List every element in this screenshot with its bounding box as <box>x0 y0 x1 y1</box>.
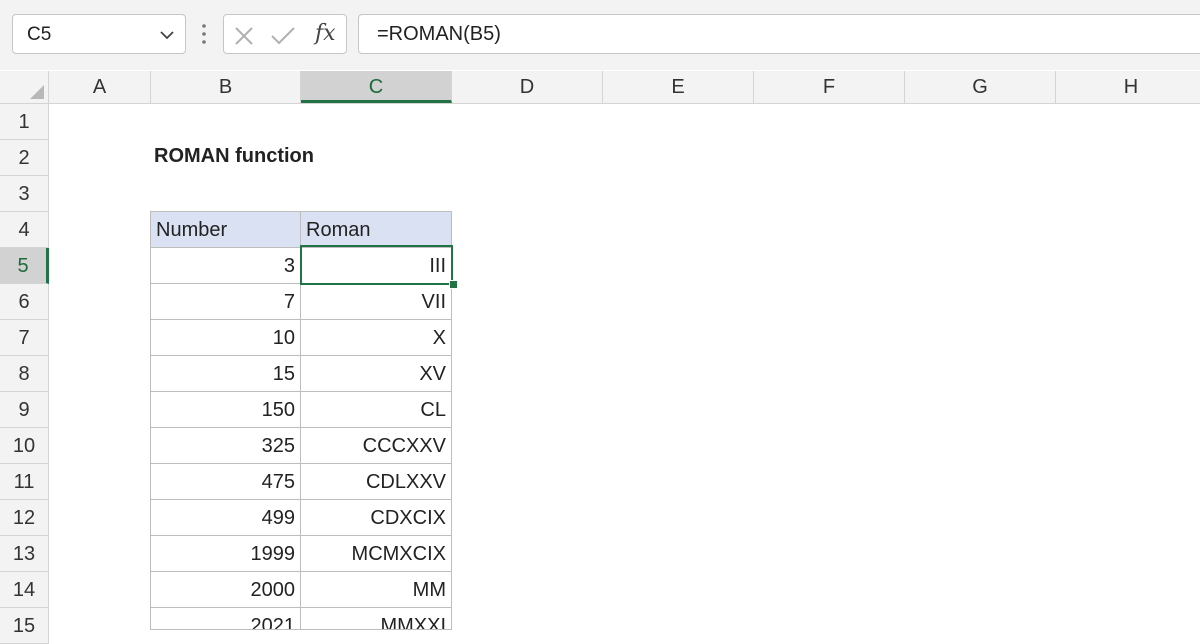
row-header-13[interactable]: 13 <box>0 536 49 572</box>
row-header-4[interactable]: 4 <box>0 212 49 248</box>
select-all-triangle-icon <box>30 85 44 99</box>
column-header-h[interactable]: H <box>1056 71 1200 103</box>
roman-cell[interactable]: VII <box>301 284 452 320</box>
roman-cell[interactable]: CDXCIX <box>301 500 452 536</box>
row-header-8[interactable]: 8 <box>0 356 49 392</box>
row-header-7[interactable]: 7 <box>0 320 49 356</box>
more-dots-icon[interactable] <box>200 20 208 53</box>
formula-text: =ROMAN(B5) <box>377 23 501 45</box>
table-header-roman[interactable]: Roman <box>301 211 452 248</box>
number-cell[interactable]: 499 <box>150 500 301 536</box>
row-header-3[interactable]: 3 <box>0 176 49 212</box>
number-cell[interactable]: 325 <box>150 428 301 464</box>
column-header-row: A B C D E F G H <box>0 71 1200 104</box>
row-header-12[interactable]: 12 <box>0 500 49 536</box>
roman-cell[interactable]: MMXXI <box>301 608 452 630</box>
formula-buttons: fx <box>223 14 347 54</box>
enter-check-icon[interactable] <box>270 25 296 52</box>
roman-cell[interactable]: MM <box>301 572 452 608</box>
sheet-title[interactable]: ROMAN function <box>154 145 314 168</box>
number-cell[interactable]: 1999 <box>150 536 301 572</box>
roman-cell[interactable]: X <box>301 320 452 356</box>
number-cell[interactable]: 7 <box>150 284 301 320</box>
number-cell[interactable]: 475 <box>150 464 301 500</box>
column-header-g[interactable]: G <box>905 71 1056 103</box>
formula-input[interactable]: =ROMAN(B5) <box>358 14 1200 54</box>
row-header-9[interactable]: 9 <box>0 392 49 428</box>
row-header-15[interactable]: 15 <box>0 608 49 644</box>
column-header-b[interactable]: B <box>151 71 301 103</box>
number-cell[interactable]: 150 <box>150 392 301 428</box>
number-cell[interactable]: 3 <box>150 248 301 284</box>
column-header-a[interactable]: A <box>49 71 151 103</box>
roman-cell[interactable]: XV <box>301 356 452 392</box>
number-cell[interactable]: 2021 <box>150 608 301 630</box>
row-header-11[interactable]: 11 <box>0 464 49 500</box>
row-header-5[interactable]: 5 <box>0 248 49 284</box>
cancel-icon[interactable] <box>233 25 255 52</box>
column-header-c[interactable]: C <box>301 71 452 103</box>
name-box-value: C5 <box>27 24 52 45</box>
number-cell[interactable]: 10 <box>150 320 301 356</box>
row-header-6[interactable]: 6 <box>0 284 49 320</box>
row-header-1[interactable]: 1 <box>0 104 49 140</box>
row-header-14[interactable]: 14 <box>0 572 49 608</box>
row-header-10[interactable]: 10 <box>0 428 49 464</box>
number-cell[interactable]: 15 <box>150 356 301 392</box>
roman-cell[interactable]: CDLXXV <box>301 464 452 500</box>
select-all-button[interactable] <box>0 71 49 103</box>
chevron-down-icon[interactable] <box>159 27 175 48</box>
column-header-f[interactable]: F <box>754 71 905 103</box>
roman-cell[interactable]: III <box>301 248 452 284</box>
table-header-number[interactable]: Number <box>150 211 301 248</box>
name-box[interactable]: C5 <box>12 14 186 54</box>
roman-cell[interactable]: CL <box>301 392 452 428</box>
roman-cell[interactable]: CCCXXV <box>301 428 452 464</box>
fill-handle[interactable] <box>449 280 458 289</box>
fx-icon[interactable]: fx <box>315 21 336 46</box>
column-header-d[interactable]: D <box>452 71 603 103</box>
row-header-2[interactable]: 2 <box>0 140 49 176</box>
formula-bar: C5 fx =ROMAN(B5) <box>0 0 1200 70</box>
number-cell[interactable]: 2000 <box>150 572 301 608</box>
roman-cell[interactable]: MCMXCIX <box>301 536 452 572</box>
column-header-e[interactable]: E <box>603 71 754 103</box>
